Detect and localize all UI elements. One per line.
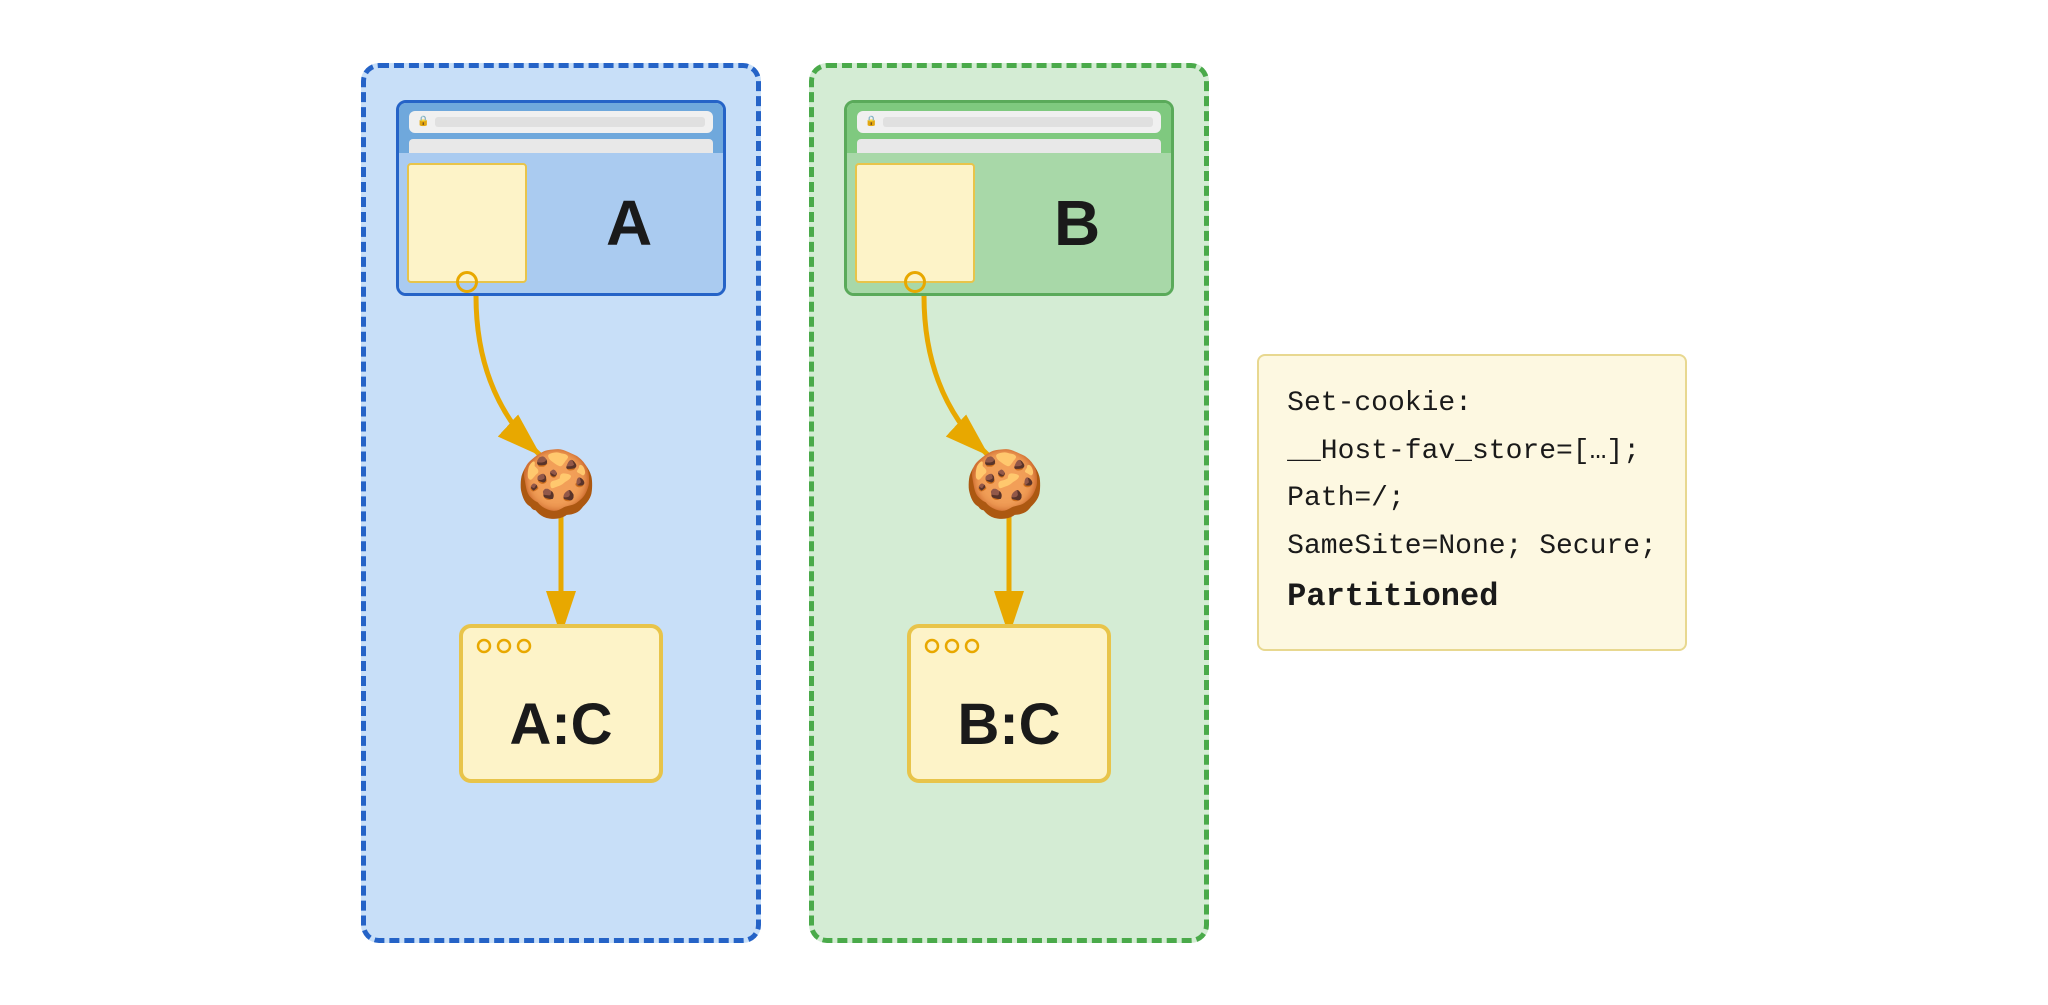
code-block: Set-cookie: __Host-fav_store=[…]; Path=/… [1257, 354, 1687, 651]
storage-label-a: A:C [510, 692, 613, 757]
addressbar-b: 🔒 [857, 111, 1161, 133]
iframe-dot-b [904, 271, 926, 293]
code-line-4: Partitioned [1287, 570, 1657, 624]
browser-content-a: A [399, 153, 723, 293]
address-text-b [883, 117, 1154, 127]
label-b: B [983, 153, 1171, 293]
lock-icon-b: 🔒 [865, 116, 877, 127]
flow-svg-a: 🍪 A:C [396, 296, 726, 716]
lock-icon-a: 🔒 [417, 116, 429, 127]
iframe-a [407, 163, 527, 283]
code-line-0: Set-cookie: [1287, 380, 1657, 428]
browser-content-b: B [847, 153, 1171, 293]
code-line-2: Path=/; [1287, 475, 1657, 523]
tabbar-b [857, 139, 1161, 153]
code-line-3: SameSite=None; Secure; [1287, 523, 1657, 571]
browser-chrome-b: 🔒 [847, 103, 1171, 153]
code-line-1: __Host-fav_store=[…]; [1287, 428, 1657, 476]
iframe-dot-a [456, 271, 478, 293]
storage-label-b: B:C [958, 692, 1061, 757]
flow-svg-b: 🍪 B:C [844, 296, 1174, 716]
main-diagram: 🔒 A [321, 23, 1727, 983]
partition-box-b: 🔒 B [809, 63, 1209, 943]
addressbar-a: 🔒 [409, 111, 713, 133]
browser-window-a: 🔒 A [396, 100, 726, 296]
address-text-a [435, 117, 706, 127]
partition-box-a: 🔒 A [361, 63, 761, 943]
cookie-b: 🍪 [964, 447, 1045, 521]
cookie-a: 🍪 [516, 447, 597, 521]
flow-b: 🍪 B:C [844, 296, 1174, 716]
label-a: A [535, 153, 723, 293]
tabbar-a [409, 139, 713, 153]
browser-window-b: 🔒 B [844, 100, 1174, 296]
iframe-b [855, 163, 975, 283]
browser-chrome-a: 🔒 [399, 103, 723, 153]
flow-a: 🍪 A:C [396, 296, 726, 716]
